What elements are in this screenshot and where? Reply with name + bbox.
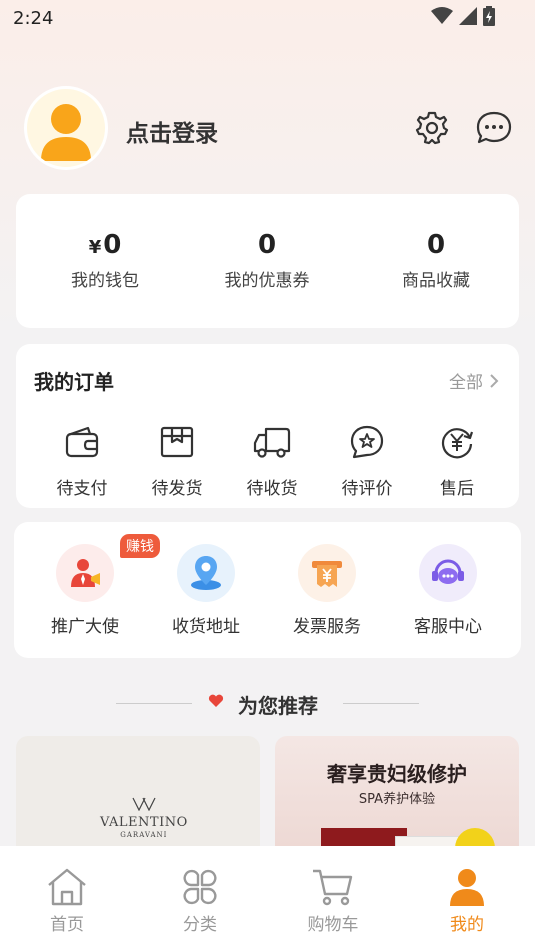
tab-bar: 首页 分类 购物车 我的: [0, 846, 535, 951]
orders-all-link[interactable]: 全部: [449, 368, 499, 393]
brand-logo: VALENTINO GARAVANI: [100, 796, 188, 839]
assets-card: ¥0 我的钱包 0 我的优惠券 0 商品收藏: [16, 194, 519, 328]
order-pending-receipt[interactable]: 待收货: [232, 422, 312, 499]
truck-icon: [253, 427, 291, 458]
status-time: 2:24: [13, 8, 54, 29]
yen-refresh-icon: [441, 428, 474, 459]
orders-all-label: 全部: [449, 373, 483, 393]
login-link[interactable]: 点击登录: [126, 114, 218, 148]
location-icon: [191, 556, 221, 590]
signal-icon: [459, 7, 477, 25]
order-pending-review[interactable]: 待评价: [327, 422, 407, 499]
tab-home[interactable]: 首页: [22, 866, 112, 935]
orders-title: 我的订单: [34, 370, 114, 394]
service-invoice[interactable]: 发票服务: [272, 544, 382, 637]
heart-icon: [208, 694, 224, 707]
star-bubble-icon: [350, 425, 384, 459]
orders-card: 我的订单 全部 待支付 待发货 待收货 待评价 售后: [16, 344, 519, 508]
wallet-label: 我的钱包: [71, 271, 139, 291]
currency-symbol: ¥: [88, 237, 102, 258]
avatar[interactable]: [24, 86, 108, 170]
promo-title: 奢享贵妇级修护: [327, 762, 467, 786]
chevron-right-icon: [490, 373, 499, 388]
chat-bubble-icon: [476, 111, 512, 144]
favorites-value: 0: [426, 230, 446, 260]
service-address[interactable]: 收货地址: [151, 544, 261, 637]
brand-sub: GARAVANI: [120, 831, 168, 839]
invoice-icon: [312, 561, 342, 587]
coupons-label: 我的优惠券: [224, 271, 310, 291]
category-icon: [183, 869, 217, 905]
service-customer-center[interactable]: 客服中心: [393, 544, 503, 637]
user-avatar-icon: [41, 104, 91, 161]
order-label: 待评价: [341, 479, 393, 499]
service-label: 发票服务: [293, 617, 361, 637]
cart-icon: [313, 869, 353, 906]
order-label: 待收货: [246, 479, 298, 499]
gear-icon: [415, 111, 449, 145]
order-after-sales[interactable]: 售后: [417, 422, 497, 499]
recommend-title: 为您推荐: [238, 694, 318, 718]
tab-label: 我的: [450, 915, 484, 935]
order-label: 待支付: [56, 479, 108, 499]
services-card: 推广大使 赚钱 收货地址 发票服务 客服中心: [14, 522, 521, 658]
settings-button[interactable]: [412, 108, 452, 148]
brand-name: VALENTINO: [100, 815, 188, 830]
home-icon: [48, 868, 86, 906]
ambassador-icon: [71, 559, 100, 587]
coupons-value: 0: [257, 230, 277, 260]
divider-left: [116, 703, 192, 704]
customer-service-icon: [432, 559, 464, 584]
order-label: 待发货: [151, 479, 203, 499]
profile-header: 点击登录: [0, 86, 535, 176]
wallet-value: 0: [103, 230, 122, 260]
favorites-label: 商品收藏: [402, 271, 470, 291]
wifi-icon: [431, 7, 453, 24]
coupons-entry[interactable]: 0 我的优惠券: [187, 228, 347, 291]
order-pending-shipment[interactable]: 待发货: [137, 422, 217, 499]
recommend-header: 为您推荐: [0, 690, 535, 720]
status-icons: [431, 6, 495, 26]
status-bar: 2:24: [0, 0, 535, 36]
tab-category[interactable]: 分类: [155, 866, 245, 935]
tab-label: 分类: [183, 915, 217, 935]
divider-right: [343, 703, 419, 704]
wallet-icon: [65, 426, 99, 458]
order-pending-payment[interactable]: 待支付: [42, 422, 122, 499]
tab-cart[interactable]: 购物车: [288, 866, 378, 935]
order-label: 售后: [440, 479, 474, 499]
favorites-entry[interactable]: 0 商品收藏: [356, 228, 516, 291]
service-label: 收货地址: [172, 617, 240, 637]
service-label: 推广大使: [51, 617, 119, 637]
user-icon: [450, 869, 484, 906]
promo-subtitle: SPA养护体验: [358, 792, 436, 807]
v-monogram-icon: [132, 797, 156, 812]
messages-button[interactable]: [474, 108, 514, 148]
package-icon: [160, 426, 194, 458]
battery-icon: [483, 6, 495, 26]
wallet-entry[interactable]: ¥0 我的钱包: [25, 228, 185, 291]
tab-label: 购物车: [307, 915, 359, 935]
tab-label: 首页: [50, 915, 84, 935]
service-label: 客服中心: [414, 617, 482, 637]
tab-mine[interactable]: 我的: [422, 866, 512, 935]
